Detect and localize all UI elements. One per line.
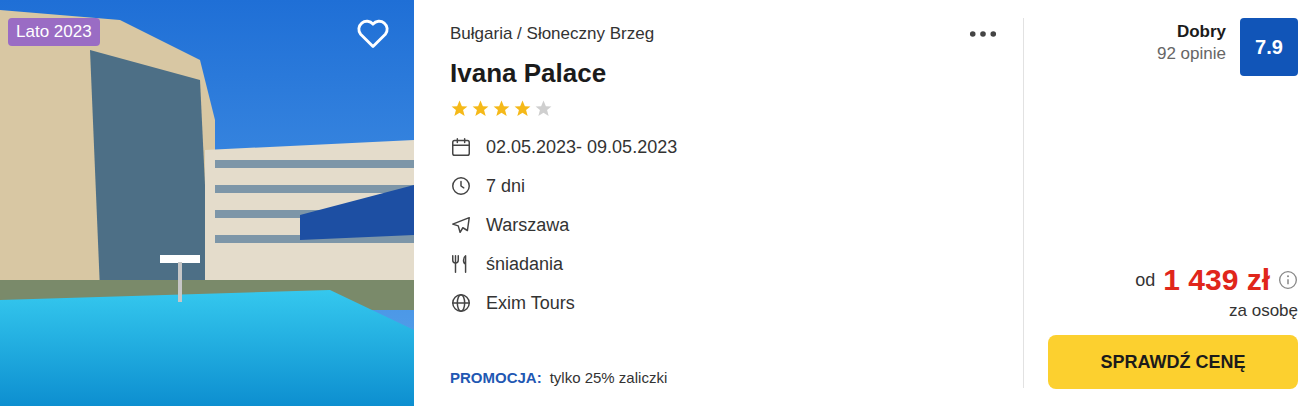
- star-icon: [534, 99, 553, 118]
- promo: PROMOCJA:tylko 25% zaliczki: [450, 369, 997, 386]
- price: od1 439 zł: [1048, 263, 1298, 297]
- detail-row: 7 dni: [450, 173, 997, 199]
- globe-icon: [450, 292, 472, 314]
- star-rating: [450, 99, 997, 118]
- detail-row: Exim Tours: [450, 290, 997, 316]
- hotel-photo[interactable]: Lato 2023: [0, 0, 414, 406]
- more-icon[interactable]: [969, 30, 997, 38]
- divider: [1023, 18, 1024, 388]
- heart-icon[interactable]: [354, 14, 392, 52]
- rating: Dobry92 opinie7.9: [1048, 18, 1298, 76]
- info-icon[interactable]: [1278, 270, 1298, 290]
- star-icon: [492, 99, 511, 118]
- offer-details: Bułgaria / Słoneczny Brzeg Ivana Palace 02…: [414, 0, 1023, 406]
- plane-icon: [450, 214, 472, 236]
- detail-row: 02.05.2023- 09.05.2023: [450, 134, 997, 160]
- price-panel: Dobry92 opinie7.9 od1 439 zł za osobę SPRAW…: [1024, 0, 1314, 406]
- detail-row: Warszawa: [450, 212, 997, 238]
- score-badge: 7.9: [1240, 18, 1298, 76]
- clock-icon: [450, 175, 472, 197]
- hotel-title[interactable]: Ivana Palace: [450, 58, 997, 89]
- star-icon: [471, 99, 490, 118]
- star-icon: [450, 99, 469, 118]
- detail-row: śniadania: [450, 251, 997, 277]
- season-badge: Lato 2023: [8, 18, 100, 46]
- check-price-button[interactable]: SPRAWDŹ CENĘ: [1048, 335, 1298, 389]
- offer-card: Lato 2023 Bułgaria / Słoneczny Brzeg Ivana…: [0, 0, 1314, 406]
- star-icon: [513, 99, 532, 118]
- food-icon: [450, 253, 472, 275]
- price-per: za osobę: [1048, 301, 1298, 321]
- hotel-photo-image: [0, 0, 414, 406]
- calendar-icon: [450, 136, 472, 158]
- location: Bułgaria / Słoneczny Brzeg: [450, 24, 654, 44]
